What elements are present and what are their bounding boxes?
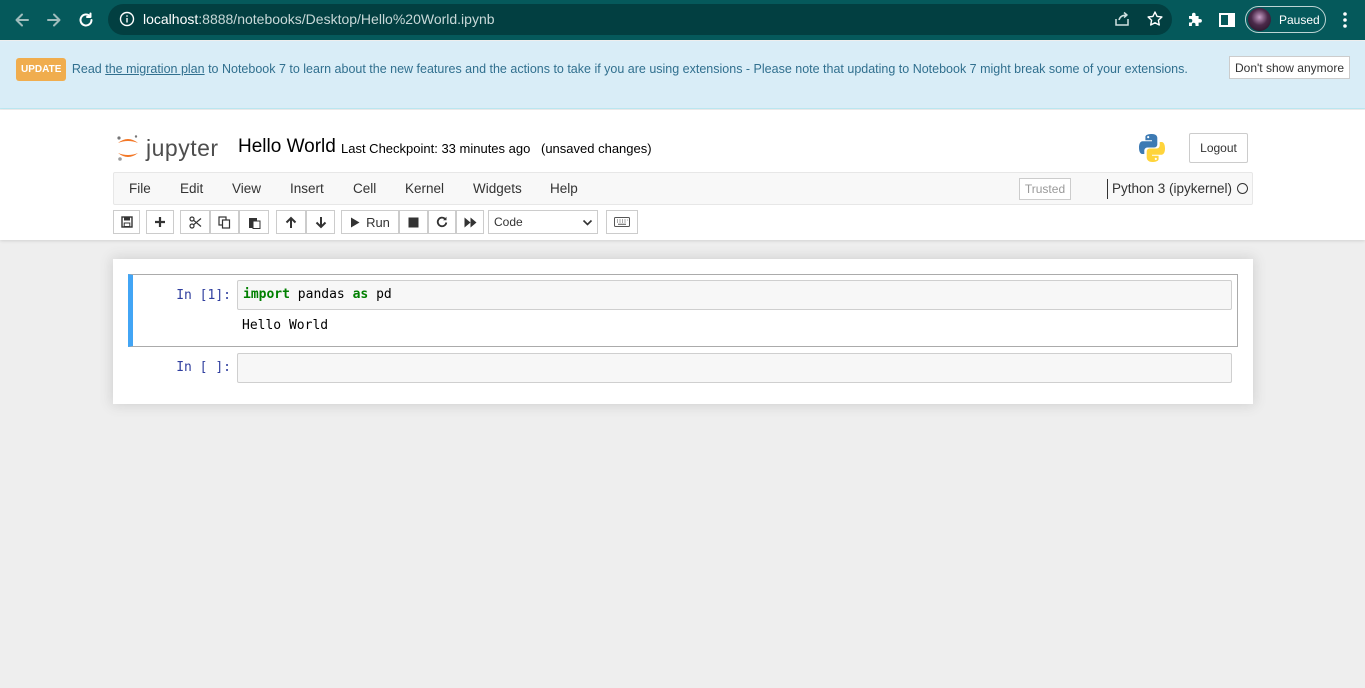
- avatar: [1248, 8, 1271, 31]
- restart-icon: [436, 216, 448, 228]
- checkpoint-status: Last Checkpoint: 33 minutes ago: [341, 141, 531, 156]
- back-button[interactable]: [10, 8, 34, 32]
- save-icon: [120, 216, 133, 228]
- menu-insert[interactable]: Insert: [290, 181, 324, 196]
- jupyter-logo[interactable]: jupyter: [116, 133, 226, 163]
- paste-cell-button[interactable]: [239, 210, 269, 234]
- menu-bar: File Edit View Insert Cell Kernel Widget…: [113, 172, 1253, 205]
- chevron-down-icon: [582, 219, 593, 226]
- stop-icon: [408, 217, 419, 227]
- unsaved-changes-status: (unsaved changes): [541, 141, 652, 156]
- arrow-left-icon: [15, 13, 29, 27]
- share-icon[interactable]: [1113, 10, 1131, 28]
- arrow-down-icon: [315, 216, 326, 228]
- cell-type-value: Code: [494, 215, 523, 229]
- menu-help[interactable]: Help: [550, 181, 578, 196]
- input-prompt: In [1]:: [176, 288, 231, 303]
- scissors-icon: [188, 215, 201, 229]
- menu-file[interactable]: File: [129, 181, 151, 196]
- kernel-idle-indicator: [1237, 183, 1248, 194]
- interrupt-kernel-button[interactable]: [399, 210, 428, 234]
- logout-button[interactable]: Logout: [1189, 133, 1248, 163]
- cut-cell-button[interactable]: [180, 210, 210, 234]
- profile-button[interactable]: Paused: [1245, 6, 1326, 33]
- run-label: Run: [366, 214, 390, 230]
- kernel-name[interactable]: Python 3 (ipykernel): [1112, 181, 1232, 196]
- logo-text: jupyter: [146, 134, 219, 161]
- url-path: :8888/notebooks/Desktop/Hello%20World.ip…: [198, 11, 495, 27]
- migration-plan-link[interactable]: the migration plan: [105, 62, 204, 76]
- code-text: import pandas as pd: [243, 287, 392, 302]
- url-host: localhost: [143, 11, 199, 27]
- code-input-empty[interactable]: [237, 353, 1232, 383]
- star-icon[interactable]: [1146, 10, 1164, 28]
- code-keyword: as: [352, 287, 369, 302]
- cell-output: Hello World: [242, 318, 329, 333]
- address-bar[interactable]: localhost:8888/notebooks/Desktop/Hello%2…: [108, 4, 1172, 35]
- notebook-title[interactable]: Hello World: [238, 136, 336, 158]
- banner-message: UPDATE Read the migration plan to Notebo…: [16, 58, 1196, 81]
- extensions-icon[interactable]: [1185, 10, 1205, 30]
- jupyter-logo-icon: [117, 135, 138, 161]
- update-banner: UPDATE Read the migration plan to Notebo…: [0, 41, 1365, 109]
- plus-icon: [155, 217, 165, 227]
- copy-icon: [218, 215, 231, 229]
- reload-button[interactable]: [74, 8, 98, 32]
- insert-cell-button[interactable]: [146, 210, 174, 234]
- banner-text-after: to Notebook 7 to learn about the new fea…: [204, 62, 1188, 76]
- move-cell-up-button[interactable]: [276, 210, 306, 234]
- keyboard-icon: [614, 217, 630, 227]
- menu-view[interactable]: View: [232, 181, 261, 196]
- profile-status: Paused: [1279, 12, 1320, 27]
- trusted-indicator[interactable]: Trusted: [1019, 178, 1071, 200]
- arrow-right-icon: [47, 13, 61, 27]
- notebook-container: In [1]: import pandas as pd Hello World …: [113, 259, 1253, 404]
- play-icon: [351, 217, 360, 227]
- restart-run-all-button[interactable]: [456, 210, 484, 234]
- url-text[interactable]: localhost:8888/notebooks/Desktop/Hello%2…: [143, 11, 495, 27]
- side-panel-icon[interactable]: [1217, 10, 1237, 30]
- reload-icon: [79, 12, 93, 27]
- code-token: pd: [368, 287, 392, 302]
- restart-kernel-button[interactable]: [428, 210, 456, 234]
- dont-show-anymore-button[interactable]: Don't show anymore: [1229, 56, 1350, 79]
- info-icon[interactable]: [119, 11, 135, 27]
- fast-forward-icon: [464, 217, 476, 227]
- update-badge: UPDATE: [16, 58, 67, 81]
- arrow-up-icon: [285, 216, 297, 228]
- code-keyword: import: [243, 287, 290, 302]
- menu-kernel[interactable]: Kernel: [405, 181, 444, 196]
- run-button[interactable]: Run: [341, 210, 399, 234]
- menu-widgets[interactable]: Widgets: [473, 181, 522, 196]
- kernel-separator: [1107, 179, 1108, 199]
- menu-edit[interactable]: Edit: [180, 181, 203, 196]
- menu-cell[interactable]: Cell: [353, 181, 376, 196]
- banner-text-before: Read: [71, 62, 106, 76]
- more-options-icon[interactable]: [1335, 10, 1355, 30]
- python-logo-icon: [1139, 134, 1165, 162]
- copy-cell-button[interactable]: [210, 210, 239, 234]
- notebook-header: jupyter Hello World Last Checkpoint: 33 …: [0, 110, 1365, 240]
- paste-icon: [248, 217, 260, 229]
- cell-type-select[interactable]: Code: [488, 210, 598, 234]
- command-palette-button[interactable]: [606, 210, 638, 234]
- code-token: pandas: [289, 287, 353, 302]
- move-cell-down-button[interactable]: [306, 210, 335, 234]
- input-prompt-empty: In [ ]:: [176, 360, 231, 375]
- browser-toolbar: localhost:8888/notebooks/Desktop/Hello%2…: [0, 0, 1365, 40]
- code-input[interactable]: import pandas as pd: [237, 280, 1232, 310]
- save-button[interactable]: [113, 210, 140, 234]
- forward-button[interactable]: [42, 8, 66, 32]
